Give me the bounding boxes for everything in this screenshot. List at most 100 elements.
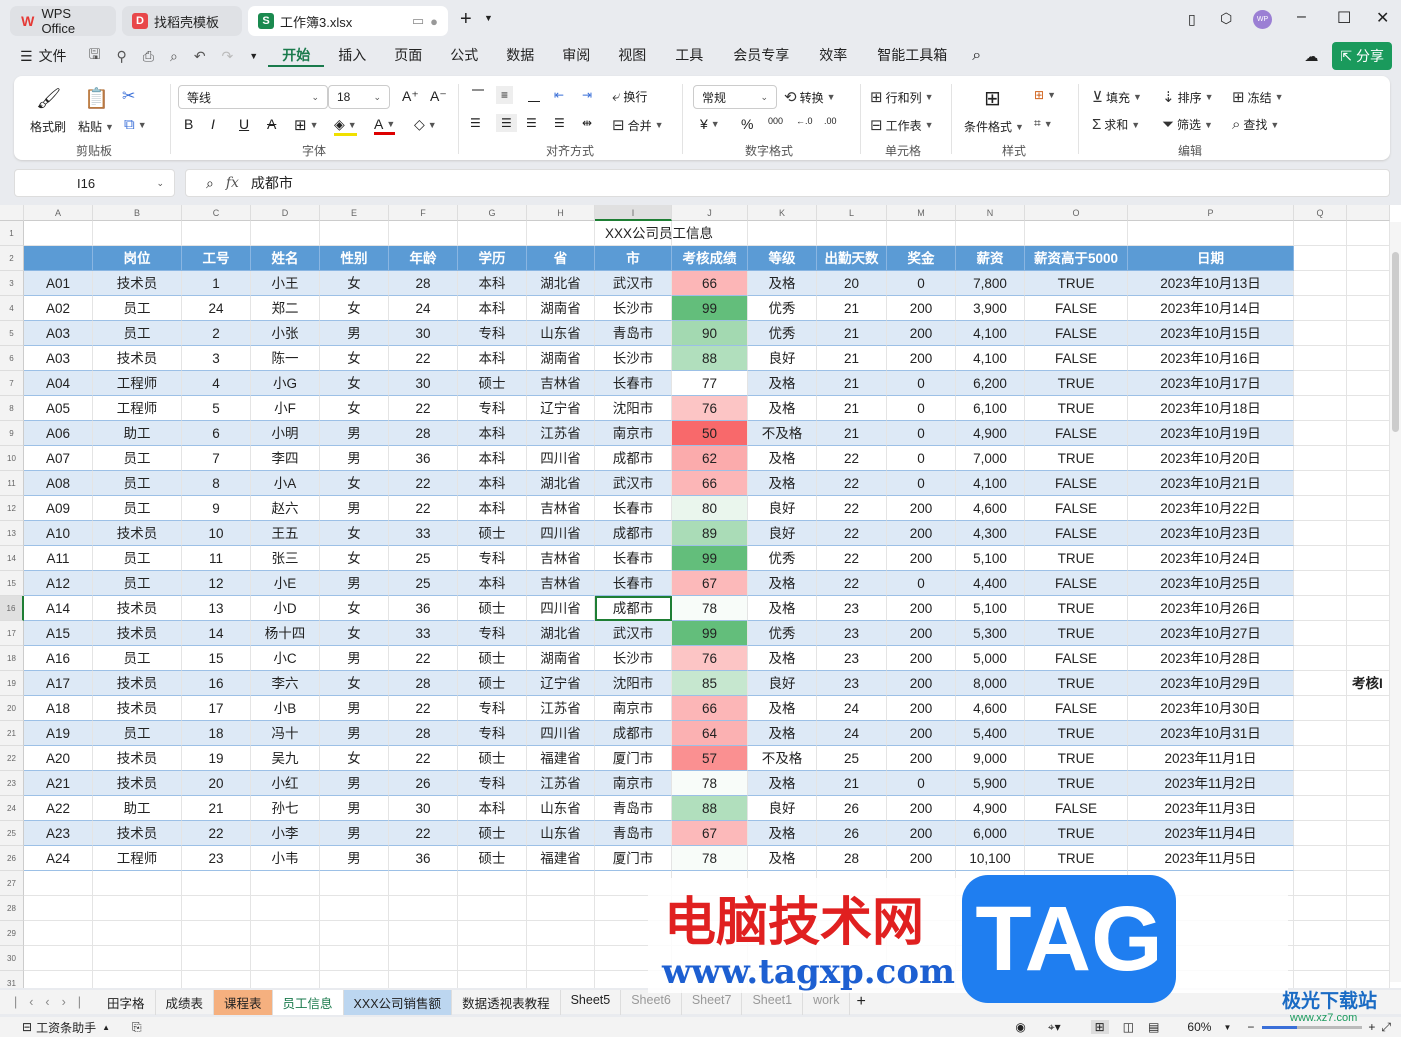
cell[interactable] — [1347, 771, 1390, 796]
table-cell[interactable]: 赵六 — [251, 496, 320, 521]
row-header[interactable]: 18 — [0, 646, 24, 671]
align-bottom-icon[interactable]: ⎽ — [528, 88, 540, 103]
cell[interactable] — [1294, 396, 1347, 421]
table-cell[interactable]: FALSE — [1025, 421, 1128, 446]
sheet-nav-icons[interactable]: |‹‹›| — [14, 995, 93, 1009]
header-cell[interactable]: 省 — [527, 246, 595, 271]
cell[interactable] — [1025, 896, 1128, 921]
cell[interactable] — [458, 221, 527, 246]
table-cell[interactable]: 4,900 — [956, 796, 1025, 821]
header-cell[interactable]: 工号 — [182, 246, 251, 271]
table-cell[interactable]: 200 — [887, 796, 956, 821]
table-cell[interactable]: TRUE — [1025, 621, 1128, 646]
table-cell[interactable]: 22 — [389, 346, 458, 371]
decrease-font-icon[interactable]: A⁻ — [430, 88, 447, 105]
table-cell[interactable]: 9,000 — [956, 746, 1025, 771]
table-cell[interactable]: 及格 — [748, 571, 817, 596]
cell[interactable] — [817, 971, 887, 988]
row-header[interactable]: 11 — [0, 471, 24, 496]
table-cell[interactable]: 吴九 — [251, 746, 320, 771]
city-cell[interactable]: 沈阳市 — [595, 671, 672, 696]
cell[interactable] — [93, 221, 182, 246]
cell[interactable] — [595, 871, 672, 896]
cut-icon[interactable]: ✂ — [122, 86, 135, 106]
table-cell[interactable]: 6,000 — [956, 821, 1025, 846]
table-cell[interactable]: 技术员 — [93, 521, 182, 546]
row-header[interactable]: 27 — [0, 871, 24, 896]
table-cell[interactable]: 15 — [182, 646, 251, 671]
table-cell[interactable]: 本科 — [458, 796, 527, 821]
table-cell[interactable]: 良好 — [748, 671, 817, 696]
cell[interactable] — [389, 971, 458, 988]
table-cell[interactable]: 20 — [182, 771, 251, 796]
table-cell[interactable]: 7,000 — [956, 446, 1025, 471]
table-cell[interactable]: 男 — [320, 821, 389, 846]
table-cell[interactable]: 19 — [182, 746, 251, 771]
page-view-icon[interactable]: ▤ — [1148, 1020, 1159, 1034]
cell[interactable] — [1294, 446, 1347, 471]
cell[interactable] — [389, 921, 458, 946]
table-cell[interactable]: 0 — [887, 471, 956, 496]
table-cell[interactable]: 2023年11月1日 — [1128, 746, 1294, 771]
cell[interactable] — [817, 946, 887, 971]
align-right-icon[interactable]: ☰ — [526, 116, 537, 130]
normal-view-icon[interactable]: ⊞ — [1090, 1020, 1109, 1034]
macro-icon[interactable]: ⎘ — [132, 1020, 142, 1035]
menu-10[interactable]: 智能工具箱 — [862, 45, 962, 67]
table-cell[interactable]: 2023年10月20日 — [1128, 446, 1294, 471]
table-cell[interactable]: 2023年10月23日 — [1128, 521, 1294, 546]
row-col-button[interactable]: ⊞ 行和列 ▼ — [870, 88, 934, 106]
cell[interactable] — [1294, 471, 1347, 496]
italic-button[interactable]: I — [211, 116, 215, 132]
cell[interactable] — [320, 971, 389, 988]
table-cell[interactable]: 山东省 — [527, 796, 595, 821]
score-cell[interactable]: 62 — [672, 446, 748, 471]
zoom-slider[interactable] — [1262, 1025, 1363, 1029]
cell[interactable] — [1347, 271, 1390, 296]
cell[interactable] — [1294, 696, 1347, 721]
table-cell[interactable]: 王五 — [251, 521, 320, 546]
row-header[interactable]: 17 — [0, 621, 24, 646]
table-cell[interactable]: 本科 — [458, 571, 527, 596]
table-cell[interactable]: 李四 — [251, 446, 320, 471]
cell[interactable] — [672, 971, 748, 988]
distribute-icon[interactable]: ⇹ — [582, 116, 592, 130]
table-cell[interactable]: 及格 — [748, 471, 817, 496]
conditional-format-button[interactable]: 条件格式 ▼ — [964, 118, 1024, 135]
redo-icon[interactable]: ↷ — [222, 48, 234, 65]
cell-id[interactable]: A08 — [24, 471, 93, 496]
freeze-button[interactable]: ⊞ 冻结 ▼ — [1232, 88, 1284, 106]
cell-id[interactable]: A24 — [24, 846, 93, 871]
cell[interactable] — [1294, 871, 1347, 896]
table-cell[interactable]: 小张 — [251, 321, 320, 346]
table-cell[interactable]: 18 — [182, 721, 251, 746]
table-cell[interactable]: 11 — [182, 546, 251, 571]
table-cell[interactable]: 36 — [389, 596, 458, 621]
cell[interactable] — [320, 221, 389, 246]
copy-icon[interactable]: ⧉ ▼ — [124, 116, 147, 133]
cell[interactable] — [527, 921, 595, 946]
city-cell[interactable]: 武汉市 — [595, 621, 672, 646]
table-cell[interactable]: 0 — [887, 271, 956, 296]
cell[interactable] — [24, 971, 93, 988]
zoom-formula-icon[interactable]: ⌕ — [206, 175, 214, 192]
fullscreen-icon[interactable]: ⤢ — [1381, 1020, 1391, 1035]
border-icon[interactable]: ⊞ ▼ — [294, 116, 319, 134]
cell[interactable] — [1347, 946, 1390, 971]
zoom-in-icon[interactable]: + — [1368, 1020, 1375, 1034]
cell-id[interactable]: A12 — [24, 571, 93, 596]
table-cell[interactable]: 及格 — [748, 446, 817, 471]
table-cell[interactable]: 200 — [887, 596, 956, 621]
table-cell[interactable]: 2023年10月18日 — [1128, 396, 1294, 421]
table-cell[interactable]: 湖南省 — [527, 646, 595, 671]
table-cell[interactable]: TRUE — [1025, 721, 1128, 746]
table-style-icon[interactable]: ⌗ ▼ — [1034, 116, 1053, 131]
table-cell[interactable]: 3 — [182, 346, 251, 371]
table-cell[interactable]: 工程师 — [93, 371, 182, 396]
cell-id[interactable]: A15 — [24, 621, 93, 646]
table-cell[interactable]: 男 — [320, 496, 389, 521]
table-cell[interactable]: 及格 — [748, 371, 817, 396]
table-cell[interactable]: 2023年10月25日 — [1128, 571, 1294, 596]
cell-id[interactable]: A11 — [24, 546, 93, 571]
table-cell[interactable]: 良好 — [748, 521, 817, 546]
